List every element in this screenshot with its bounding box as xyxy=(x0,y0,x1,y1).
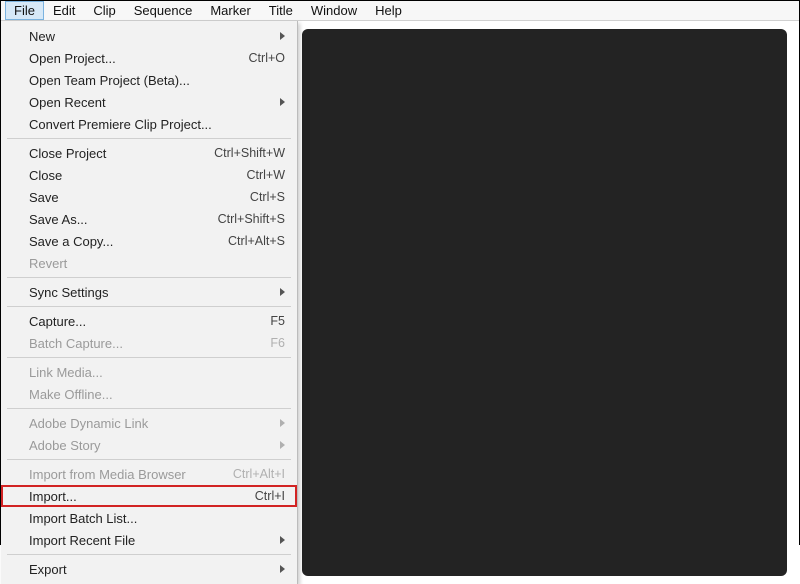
menu-item-close[interactable]: Close Ctrl+W xyxy=(1,164,297,186)
menu-item-label: Link Media... xyxy=(29,365,103,380)
menu-item-shortcut: Ctrl+Alt+I xyxy=(233,467,285,481)
menu-item-label: New xyxy=(29,29,55,44)
menu-separator xyxy=(7,138,291,139)
menu-separator xyxy=(7,459,291,460)
menu-item-label: Import Batch List... xyxy=(29,511,137,526)
menu-item-label: Close xyxy=(29,168,62,183)
menubar-item-sequence[interactable]: Sequence xyxy=(125,1,202,20)
menu-item-shortcut: F6 xyxy=(270,336,285,350)
menu-item-label: Open Recent xyxy=(29,95,106,110)
menu-item-import-batch-list[interactable]: Import Batch List... xyxy=(1,507,297,529)
menu-separator xyxy=(7,306,291,307)
menu-item-save-a-copy[interactable]: Save a Copy... Ctrl+Alt+S xyxy=(1,230,297,252)
menu-item-open-recent[interactable]: Open Recent xyxy=(1,91,297,113)
menubar: FileEditClipSequenceMarkerTitleWindowHel… xyxy=(1,1,799,21)
menu-item-label: Import from Media Browser xyxy=(29,467,186,482)
menubar-item-title[interactable]: Title xyxy=(260,1,302,20)
menubar-item-help[interactable]: Help xyxy=(366,1,411,20)
menu-item-shortcut: Ctrl+Alt+S xyxy=(228,234,285,248)
menu-item-label: Open Team Project (Beta)... xyxy=(29,73,190,88)
editor-canvas-wrap xyxy=(298,21,799,584)
menu-item-label: Close Project xyxy=(29,146,106,161)
menu-separator xyxy=(7,408,291,409)
menu-item-label: Export xyxy=(29,562,67,577)
menu-item-make-offline: Make Offline... xyxy=(1,383,297,405)
menu-item-shortcut: Ctrl+Shift+S xyxy=(218,212,285,226)
menu-item-open-team-project-beta[interactable]: Open Team Project (Beta)... xyxy=(1,69,297,91)
menu-item-label: Capture... xyxy=(29,314,86,329)
menu-item-label: Import... xyxy=(29,489,77,504)
menu-item-export[interactable]: Export xyxy=(1,558,297,580)
chevron-right-icon xyxy=(280,565,285,573)
workspace: New Open Project... Ctrl+O Open Team Projec… xyxy=(1,21,799,584)
menu-item-label: Sync Settings xyxy=(29,285,109,300)
chevron-right-icon xyxy=(280,441,285,449)
menubar-item-clip[interactable]: Clip xyxy=(84,1,124,20)
chevron-right-icon xyxy=(280,98,285,106)
menu-item-open-project[interactable]: Open Project... Ctrl+O xyxy=(1,47,297,69)
file-menu-dropdown: New Open Project... Ctrl+O Open Team Projec… xyxy=(1,21,298,584)
menu-item-shortcut: F5 xyxy=(270,314,285,328)
menubar-item-edit[interactable]: Edit xyxy=(44,1,84,20)
chevron-right-icon xyxy=(280,32,285,40)
menu-item-label: Adobe Story xyxy=(29,438,101,453)
menu-item-import[interactable]: Import... Ctrl+I xyxy=(1,485,297,507)
chevron-right-icon xyxy=(280,536,285,544)
menu-item-save-as[interactable]: Save As... Ctrl+Shift+S xyxy=(1,208,297,230)
menu-item-adobe-story: Adobe Story xyxy=(1,434,297,456)
menu-item-link-media: Link Media... xyxy=(1,361,297,383)
menu-item-label: Import Recent File xyxy=(29,533,135,548)
menu-item-convert-premiere-clip-project[interactable]: Convert Premiere Clip Project... xyxy=(1,113,297,135)
menu-item-capture[interactable]: Capture... F5 xyxy=(1,310,297,332)
menu-item-label: Save As... xyxy=(29,212,88,227)
menu-item-import-recent-file[interactable]: Import Recent File xyxy=(1,529,297,551)
menu-separator xyxy=(7,357,291,358)
menu-item-import-from-media-browser: Import from Media Browser Ctrl+Alt+I xyxy=(1,463,297,485)
menu-item-label: Save xyxy=(29,190,59,205)
menu-item-shortcut: Ctrl+S xyxy=(250,190,285,204)
menu-item-shortcut: Ctrl+O xyxy=(249,51,285,65)
chevron-right-icon xyxy=(280,288,285,296)
menu-item-sync-settings[interactable]: Sync Settings xyxy=(1,281,297,303)
menu-item-shortcut: Ctrl+W xyxy=(246,168,285,182)
menu-item-shortcut: Ctrl+Shift+W xyxy=(214,146,285,160)
chevron-right-icon xyxy=(280,419,285,427)
menu-item-save[interactable]: Save Ctrl+S xyxy=(1,186,297,208)
menu-item-new[interactable]: New xyxy=(1,25,297,47)
menu-item-label: Adobe Dynamic Link xyxy=(29,416,148,431)
menu-item-batch-capture: Batch Capture... F6 xyxy=(1,332,297,354)
menu-item-label: Batch Capture... xyxy=(29,336,123,351)
menubar-item-window[interactable]: Window xyxy=(302,1,366,20)
app-window: FileEditClipSequenceMarkerTitleWindowHel… xyxy=(0,0,800,545)
menubar-item-file[interactable]: File xyxy=(5,1,44,20)
menu-item-adobe-dynamic-link: Adobe Dynamic Link xyxy=(1,412,297,434)
menubar-item-marker[interactable]: Marker xyxy=(201,1,259,20)
menu-item-close-project[interactable]: Close Project Ctrl+Shift+W xyxy=(1,142,297,164)
menu-separator xyxy=(7,554,291,555)
menu-item-shortcut: Ctrl+I xyxy=(255,489,285,503)
menu-item-label: Revert xyxy=(29,256,67,271)
menu-item-label: Make Offline... xyxy=(29,387,113,402)
editor-canvas[interactable] xyxy=(302,29,787,576)
menu-item-label: Open Project... xyxy=(29,51,116,66)
menu-item-label: Convert Premiere Clip Project... xyxy=(29,117,212,132)
menu-separator xyxy=(7,277,291,278)
menu-item-revert: Revert xyxy=(1,252,297,274)
menu-item-label: Save a Copy... xyxy=(29,234,113,249)
